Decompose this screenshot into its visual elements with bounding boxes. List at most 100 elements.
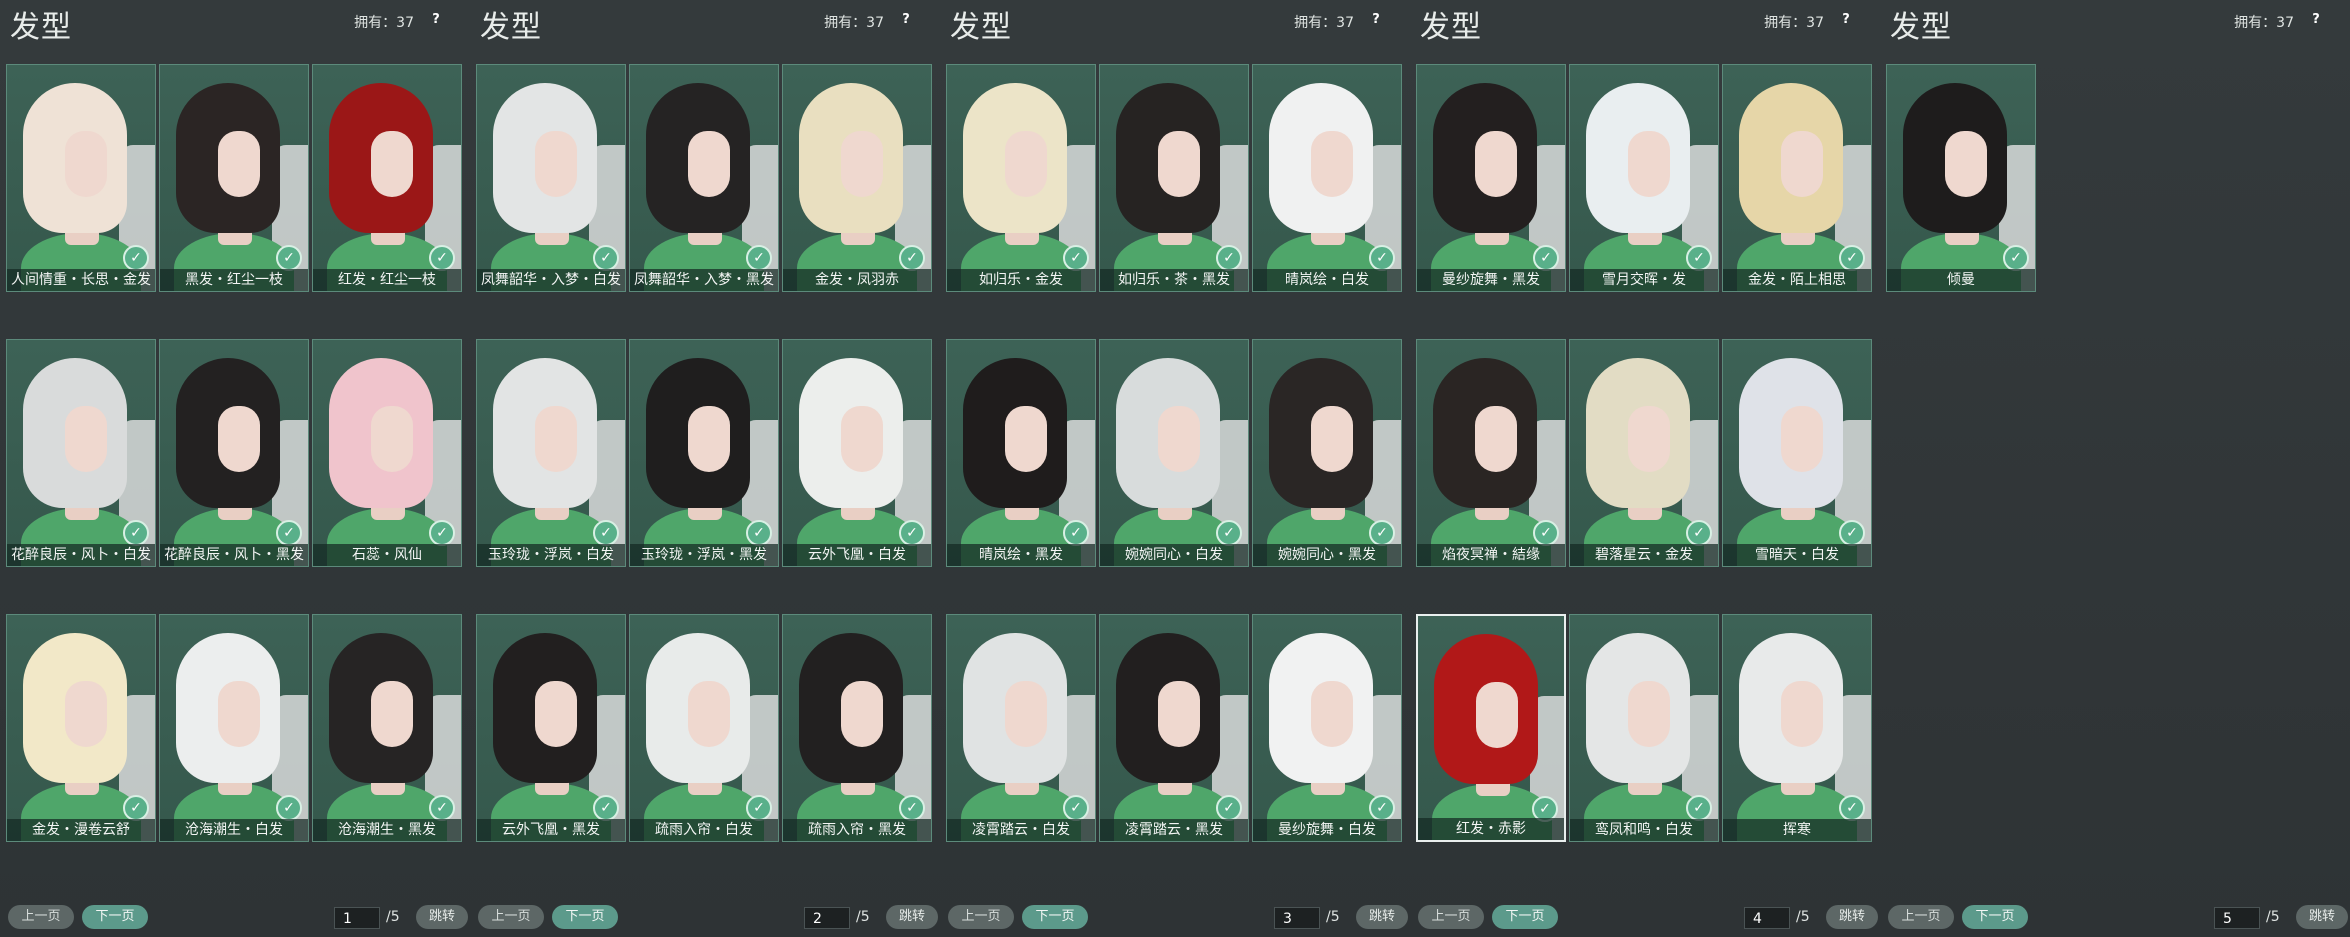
- character-face: [535, 406, 577, 472]
- hairstyle-card[interactable]: ✓ 凤舞韶华・入梦・黑发: [629, 64, 779, 292]
- jump-button[interactable]: 跳转: [416, 905, 468, 929]
- jump-button[interactable]: 跳转: [2296, 905, 2348, 929]
- prev-page-button[interactable]: 上一页: [948, 905, 1014, 929]
- owned-check-icon: ✓: [1839, 795, 1865, 821]
- hairstyle-card[interactable]: ✓ 如归乐・金发: [946, 64, 1096, 292]
- jump-button[interactable]: 跳转: [1356, 905, 1408, 929]
- hairstyle-card[interactable]: ✓ 金发・凤羽赤: [782, 64, 932, 292]
- hairstyle-card[interactable]: ✓ 碧落星云・金发: [1569, 339, 1719, 567]
- next-page-button[interactable]: 下一页: [552, 905, 618, 929]
- page-number-input[interactable]: 1: [334, 907, 380, 929]
- hairstyle-card[interactable]: ✓ 晴岚绘・黑发: [946, 339, 1096, 567]
- hairstyle-card[interactable]: ✓ 人间情重・长思・金发: [6, 64, 156, 292]
- hairstyle-card[interactable]: ✓ 曼纱旋舞・白发: [1252, 614, 1402, 842]
- hairstyle-card[interactable]: ✓ 红发・赤影: [1416, 614, 1566, 842]
- jump-button[interactable]: 跳转: [1826, 905, 1878, 929]
- owned-check-icon: ✓: [593, 245, 619, 271]
- help-icon[interactable]: ?: [1366, 10, 1386, 30]
- next-page-button[interactable]: 下一页: [82, 905, 148, 929]
- character-face: [1628, 131, 1670, 197]
- hairstyle-name: 红发・红尘一枝: [313, 269, 461, 291]
- character-face: [65, 681, 107, 747]
- character-face: [1781, 681, 1823, 747]
- help-icon[interactable]: ?: [896, 10, 916, 30]
- owned-check-icon: ✓: [1369, 520, 1395, 546]
- hairstyle-card[interactable]: ✓ 挥寒: [1722, 614, 1872, 842]
- hairstyle-card[interactable]: ✓ 沧海潮生・白发: [159, 614, 309, 842]
- hairstyle-name: 花醉良辰・风卜・黑发: [160, 544, 308, 566]
- hairstyle-card[interactable]: ✓ 焰夜冥禅・結缘: [1416, 339, 1566, 567]
- page-number-input[interactable]: 3: [1274, 907, 1320, 929]
- page-number-input[interactable]: 2: [804, 907, 850, 929]
- prev-page-button[interactable]: 上一页: [478, 905, 544, 929]
- hairstyle-card[interactable]: ✓ 婉婉同心・黑发: [1252, 339, 1402, 567]
- owned-check-icon: ✓: [1686, 520, 1712, 546]
- hairstyle-card[interactable]: ✓ 金发・漫卷云舒: [6, 614, 156, 842]
- character-face: [1005, 131, 1047, 197]
- panel-title: 发型: [1890, 10, 1952, 45]
- hairstyle-card[interactable]: ✓ 云外飞凰・黑发: [476, 614, 626, 842]
- help-icon[interactable]: ?: [426, 10, 446, 30]
- jump-button[interactable]: 跳转: [886, 905, 938, 929]
- hairstyle-card[interactable]: ✓ 婉婉同心・白发: [1099, 339, 1249, 567]
- hairstyle-card[interactable]: ✓ 如归乐・茶・黑发: [1099, 64, 1249, 292]
- help-icon[interactable]: ?: [1836, 10, 1856, 30]
- hairstyle-card[interactable]: ✓ 疏雨入帘・白发: [629, 614, 779, 842]
- panel-title: 发型: [950, 10, 1012, 45]
- character-face: [1781, 131, 1823, 197]
- hairstyle-card[interactable]: ✓ 沧海潮生・黑发: [312, 614, 462, 842]
- hairstyle-card[interactable]: ✓ 雪月交晖・发: [1569, 64, 1719, 292]
- next-page-button[interactable]: 下一页: [1022, 905, 1088, 929]
- page-total: /5: [856, 909, 870, 925]
- owned-check-icon: ✓: [1216, 795, 1242, 821]
- character-face: [371, 131, 413, 197]
- hairstyle-card[interactable]: ✓ 凌霄踏云・白发: [946, 614, 1096, 842]
- prev-page-button[interactable]: 上一页: [1418, 905, 1484, 929]
- hairstyle-card[interactable]: ✓ 凤舞韶华・入梦・白发: [476, 64, 626, 292]
- hairstyle-card[interactable]: ✓ 花醉良辰・风卜・黑发: [159, 339, 309, 567]
- character-face: [1158, 681, 1200, 747]
- character-face: [1628, 406, 1670, 472]
- hairstyle-card[interactable]: ✓ 倾曼: [1886, 64, 2036, 292]
- hairstyle-name: 疏雨入帘・黑发: [783, 819, 931, 841]
- owned-check-icon: ✓: [1686, 245, 1712, 271]
- hairstyle-card[interactable]: ✓ 鸾凤和鸣・白发: [1569, 614, 1719, 842]
- page-number-input[interactable]: 5: [2214, 907, 2260, 929]
- character-face: [218, 406, 260, 472]
- next-page-button[interactable]: 下一页: [1492, 905, 1558, 929]
- hairstyle-card[interactable]: ✓ 晴岚绘・白发: [1252, 64, 1402, 292]
- panel-title: 发型: [10, 10, 72, 45]
- hairstyle-card[interactable]: ✓ 疏雨入帘・黑发: [782, 614, 932, 842]
- hairstyle-panel: 发型 拥有：37? ✓ 曼纱旋舞・黑发 ✓ 雪月交晖・发 ✓ 金发・陌上相思 ✓ 焰夜冥禅・結缘 ✓…: [1410, 0, 1880, 937]
- hairstyle-card[interactable]: ✓ 花醉良辰・风卜・白发: [6, 339, 156, 567]
- owned-check-icon: ✓: [123, 795, 149, 821]
- hairstyle-card[interactable]: ✓ 金发・陌上相思: [1722, 64, 1872, 292]
- owned-check-icon: ✓: [1216, 520, 1242, 546]
- character-face: [841, 131, 883, 197]
- hairstyle-card[interactable]: ✓ 云外飞凰・白发: [782, 339, 932, 567]
- hairstyle-name: 金发・漫卷云舒: [7, 819, 155, 841]
- hairstyle-name: 人间情重・长思・金发: [7, 269, 155, 291]
- prev-page-button[interactable]: 上一页: [8, 905, 74, 929]
- hairstyle-name: 花醉良辰・风卜・白发: [7, 544, 155, 566]
- hairstyle-name: 沧海潮生・黑发: [313, 819, 461, 841]
- hairstyle-name: 金发・陌上相思: [1723, 269, 1871, 291]
- hairstyle-card[interactable]: ✓ 雪暗天・白发: [1722, 339, 1872, 567]
- hairstyle-card[interactable]: ✓ 石蕊・风仙: [312, 339, 462, 567]
- character-face: [688, 406, 730, 472]
- hairstyle-card[interactable]: ✓ 玉玲珑・浮岚・白发: [476, 339, 626, 567]
- help-icon[interactable]: ?: [2306, 10, 2326, 30]
- prev-page-button[interactable]: 上一页: [1888, 905, 1954, 929]
- character-face: [371, 406, 413, 472]
- hairstyle-name: 玉玲珑・浮岚・白发: [477, 544, 625, 566]
- next-page-button[interactable]: 下一页: [1962, 905, 2028, 929]
- page-number-input[interactable]: 4: [1744, 907, 1790, 929]
- hairstyle-name: 凌霄踏云・白发: [947, 819, 1095, 841]
- hairstyle-card[interactable]: ✓ 玉玲珑・浮岚・黑发: [629, 339, 779, 567]
- hairstyle-card[interactable]: ✓ 红发・红尘一枝: [312, 64, 462, 292]
- hairstyle-name: 曼纱旋舞・白发: [1253, 819, 1401, 841]
- owned-check-icon: ✓: [593, 795, 619, 821]
- hairstyle-card[interactable]: ✓ 曼纱旋舞・黑发: [1416, 64, 1566, 292]
- hairstyle-card[interactable]: ✓ 黑发・红尘一枝: [159, 64, 309, 292]
- hairstyle-card[interactable]: ✓ 凌霄踏云・黑发: [1099, 614, 1249, 842]
